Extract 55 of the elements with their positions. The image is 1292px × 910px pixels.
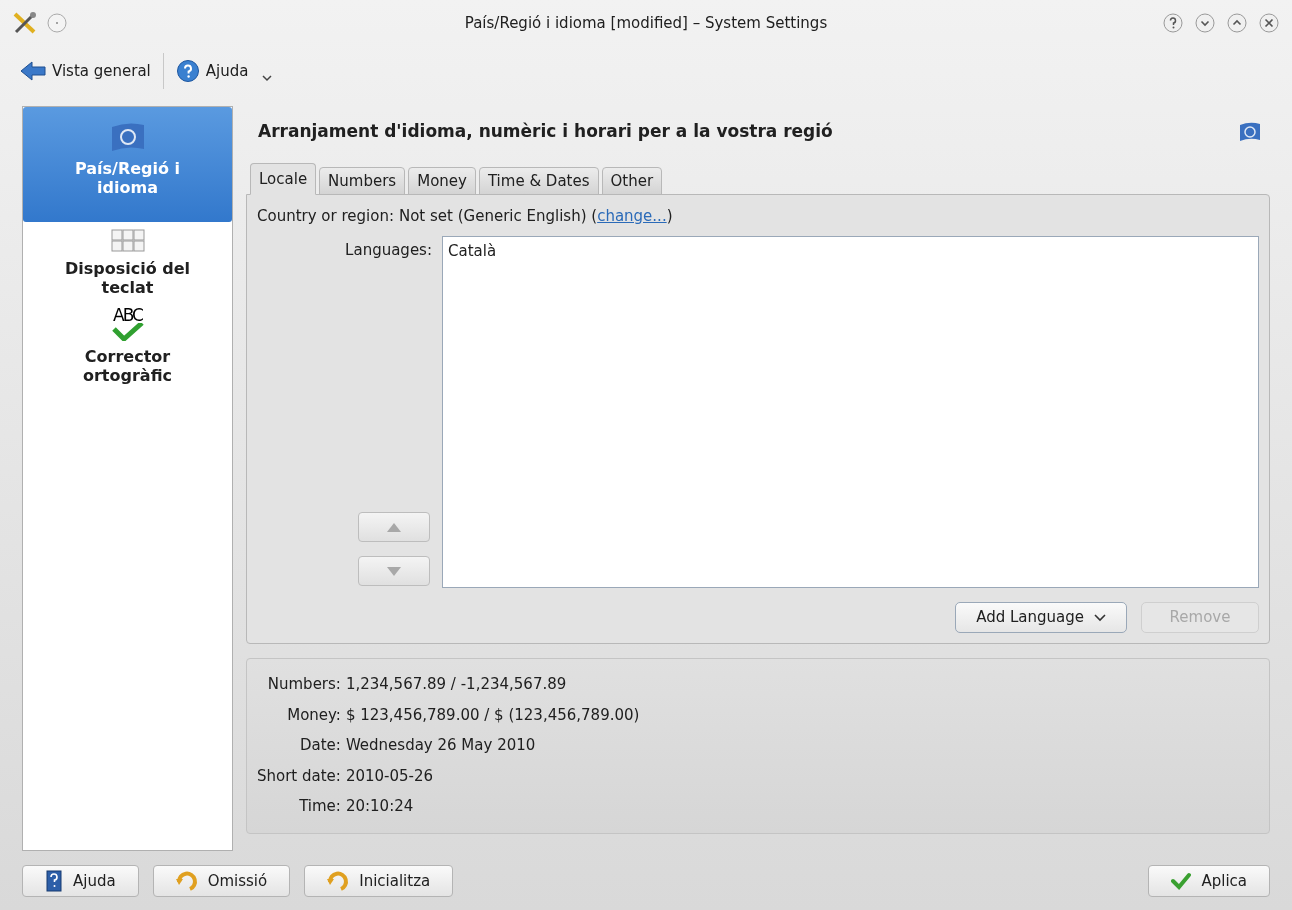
- field-value: 20:10:24: [345, 796, 415, 817]
- list-item[interactable]: Català: [443, 238, 1258, 263]
- field-label: Languages:: [345, 239, 432, 261]
- back-arrow-icon: [20, 60, 46, 82]
- help-icon: [175, 59, 200, 83]
- field-label: Date:: [299, 735, 341, 756]
- help-button[interactable]: Ajuda: [175, 53, 273, 89]
- field-label: Money:: [286, 704, 341, 726]
- pin-button-icon[interactable]: [46, 12, 68, 34]
- flag-icon: [109, 121, 146, 153]
- checkmark-icon: [1171, 871, 1192, 891]
- change-link[interactable]: change...: [597, 207, 667, 225]
- sidebar-item[interactable]: Disposició del teclat: [23, 222, 232, 301]
- tab[interactable]: Time & Dates: [478, 167, 599, 195]
- help-book-icon: [45, 870, 63, 892]
- maximize-icon[interactable]: [1226, 12, 1248, 34]
- country-text: Not set (Generic English) (change...): [398, 206, 673, 227]
- move-down-button[interactable]: [358, 556, 430, 586]
- field-value: 1,234,567.89 / -1,234,567.89: [345, 674, 568, 695]
- field-label: Time:: [298, 796, 341, 817]
- field-value: $ 123,456,789.00 / $ (123,456,789.00): [345, 704, 641, 726]
- tab[interactable]: Numbers: [319, 167, 406, 195]
- spell-check-icon: ABC: [111, 307, 144, 341]
- minimize-icon[interactable]: [1194, 12, 1216, 34]
- checkmark-icon: [111, 323, 144, 341]
- language-list[interactable]: Català: [442, 235, 1259, 588]
- help-icon[interactable]: [1162, 12, 1184, 34]
- help-button[interactable]: Ajuda: [22, 865, 139, 897]
- tab[interactable]: Locale: [250, 163, 317, 195]
- field-value: 2010-05-26: [345, 765, 435, 787]
- down-arrow-icon: [387, 566, 401, 576]
- apply-button[interactable]: Aplica: [1148, 865, 1270, 897]
- field-label: Numbers:: [266, 674, 341, 695]
- sidebar-item[interactable]: País/Regió i idioma: [23, 107, 232, 222]
- caret-icon: [1094, 613, 1106, 622]
- up-arrow-icon: [387, 522, 401, 532]
- back-button[interactable]: Vista general: [20, 53, 151, 89]
- sidebar-item[interactable]: ABC Corrector ortogràfic: [23, 301, 232, 389]
- tools-icon[interactable]: [12, 11, 38, 35]
- flag-icon: [1238, 121, 1262, 143]
- close-icon[interactable]: [1258, 12, 1280, 34]
- page-heading: Arranjament d'idioma, numèric i horari per a la vostra regió: [258, 120, 833, 144]
- window-title: País/Regió i idioma [modified] – System Settings: [464, 12, 828, 34]
- move-up-button[interactable]: [358, 512, 430, 542]
- tab[interactable]: Other: [601, 167, 663, 195]
- field-value: Wednesday 26 May 2010: [345, 735, 537, 756]
- reset-button[interactable]: Inicialitza: [304, 865, 454, 897]
- caret-icon: [262, 74, 273, 82]
- field-label: Short date:: [257, 765, 341, 787]
- defaults-button[interactable]: Omissió: [152, 865, 291, 897]
- add-language-button[interactable]: Add Language: [955, 602, 1127, 633]
- field-label: Country or region:: [257, 206, 394, 227]
- undo-arrow-icon: [175, 870, 198, 892]
- undo-arrow-icon: [327, 870, 350, 892]
- tab[interactable]: Money: [408, 167, 476, 195]
